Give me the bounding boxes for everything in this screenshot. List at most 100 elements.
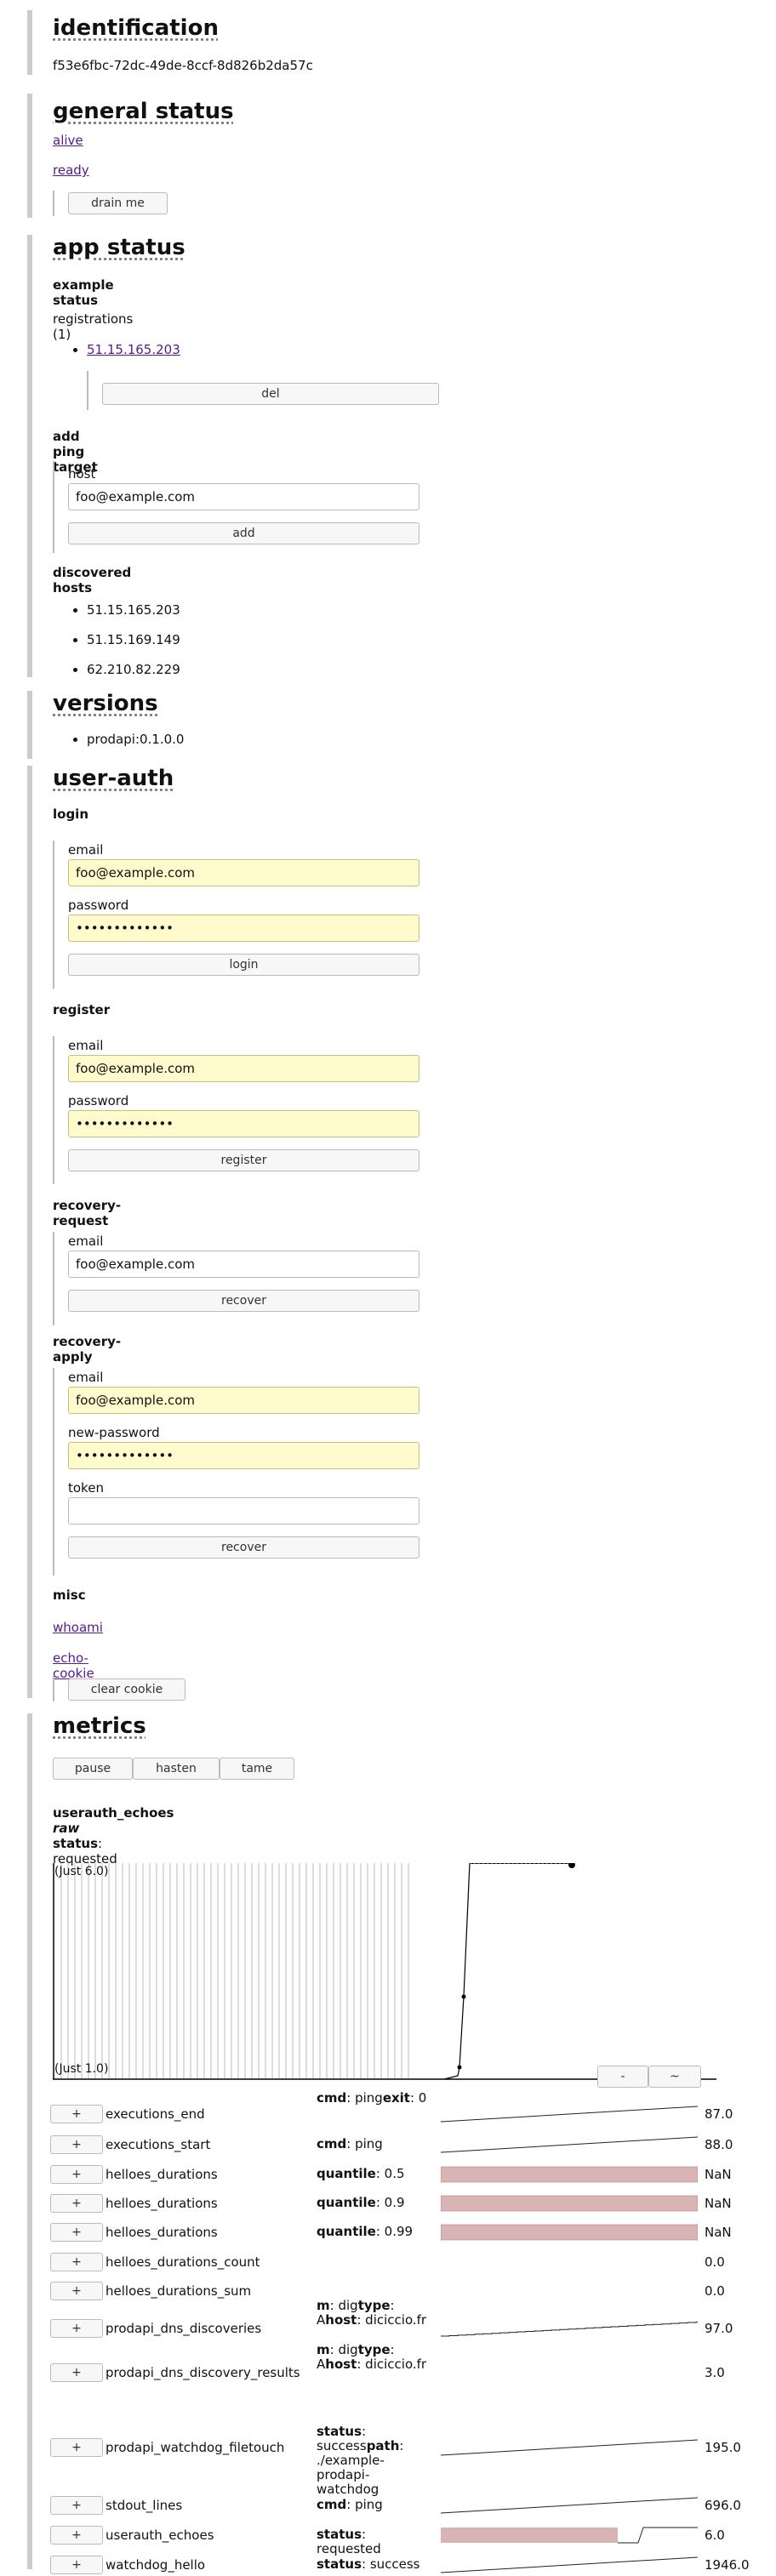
metric-add-button[interactable]: +	[50, 2526, 103, 2545]
recovery-request-email-input[interactable]: foo@example.com	[68, 1251, 419, 1278]
metric-add-button[interactable]: +	[50, 2556, 103, 2574]
metric-label-value: : dig	[329, 2298, 358, 2313]
metric-add-button[interactable]: +	[50, 2194, 103, 2213]
metric-add-button[interactable]: +	[50, 2363, 103, 2382]
metric-name: helloes_durations	[106, 2196, 218, 2211]
metric-sparkline	[441, 2106, 698, 2123]
versions-section: versions prodapi:0.1.0.0	[27, 691, 184, 759]
metric-sparkline	[441, 2363, 698, 2384]
login-email-label: email	[68, 842, 104, 858]
metric-label-value: : ping	[346, 2136, 383, 2151]
chart-title-name: userauth_echoes	[53, 1805, 174, 1821]
register-email-input[interactable]: foo@example.com	[68, 1055, 419, 1082]
metric-label-key: cmd	[317, 2090, 347, 2106]
metric-row: + prodapi_dns_discoveries m: digtype: Ahos…	[48, 2299, 762, 2339]
metric-name: prodapi_watchdog_filetouch	[106, 2440, 285, 2455]
registration-item: 51.15.165.203	[87, 342, 180, 357]
metric-label-value: : success	[362, 2556, 420, 2572]
tame-button[interactable]: tame	[220, 1758, 294, 1780]
whoami-link[interactable]: whoami	[53, 1620, 103, 1635]
metric-label-key: host	[325, 2357, 357, 2372]
metric-labels: m: digtype: Ahost: diciccio.fr	[317, 2299, 429, 2328]
metric-add-button[interactable]: +	[50, 2223, 103, 2242]
recovery-apply-email-input[interactable]: foo@example.com	[68, 1387, 419, 1414]
metric-labels: status: successpath: ./example-prodapi-w…	[317, 2425, 429, 2497]
metric-sparkline-line	[441, 2497, 698, 2514]
new-password-input[interactable]: •••••••••••••	[68, 1442, 419, 1469]
metric-row: + watchdog_hello status: success 1946.0	[48, 2556, 762, 2576]
metric-sparkline	[441, 2136, 698, 2153]
metric-labels: quantile: 0.9	[317, 2196, 429, 2210]
metric-value: 97.0	[705, 2321, 733, 2336]
chart-bars	[60, 1863, 409, 2079]
chart-line	[443, 1863, 572, 2080]
metric-add-button[interactable]: +	[50, 2105, 103, 2123]
register-password-input[interactable]: •••••••••••••	[68, 1110, 419, 1137]
register-form: email foo@example.com password •••••••••…	[53, 1036, 419, 1184]
metric-row: + helloes_durations_count 0.0	[48, 2253, 762, 2273]
metric-labels: quantile: 0.5	[317, 2167, 429, 2181]
metric-add-button[interactable]: +	[50, 2165, 103, 2184]
host-input[interactable]: foo@example.com	[68, 483, 419, 510]
token-input[interactable]	[68, 1497, 419, 1525]
add-button[interactable]: add	[68, 522, 419, 544]
versions-heading: versions	[53, 691, 158, 716]
registration-link[interactable]: 51.15.165.203	[87, 342, 180, 357]
metric-row: + userauth_echoes status: requested 6.0	[48, 2526, 762, 2556]
login-form: email foo@example.com password •••••••••…	[53, 841, 419, 989]
version-item: prodapi:0.1.0.0	[87, 732, 184, 747]
drain-inset: drain me	[53, 191, 168, 216]
discovered-hosts-heading: discovered hosts	[53, 565, 132, 596]
drain-button[interactable]: drain me	[68, 192, 168, 214]
metric-row: + prodapi_dns_discovery_results m: digtype…	[48, 2343, 762, 2384]
chart-point	[568, 1863, 575, 1868]
login-button[interactable]: login	[68, 954, 419, 976]
clear-cookie-button[interactable]: clear cookie	[68, 1678, 185, 1701]
metric-row: + executions_end cmd: pingexit: 0 87.0	[48, 2091, 762, 2125]
metric-value: 195.0	[705, 2440, 741, 2455]
login-password-input[interactable]: •••••••••••••	[68, 915, 419, 942]
metric-add-button[interactable]: +	[50, 2496, 103, 2515]
metric-add-button[interactable]: +	[50, 2319, 103, 2338]
metric-label-value: : 0.5	[375, 2166, 405, 2181]
metric-label-key: status	[317, 2527, 362, 2542]
metric-labels: cmd: ping	[317, 2498, 429, 2512]
new-password-label: new-password	[68, 1425, 160, 1440]
metric-sparkline	[441, 2282, 698, 2302]
metric-label-key: status	[317, 2424, 362, 2439]
metric-label-value: : 0	[409, 2090, 427, 2106]
hasten-button[interactable]: hasten	[133, 1758, 220, 1780]
metric-add-button[interactable]: +	[50, 2282, 103, 2300]
metric-sparkline-line	[618, 2527, 698, 2544]
recovery-request-email-label: email	[68, 1234, 104, 1249]
metric-label-value: : 0.9	[375, 2195, 405, 2210]
chart-smooth-button[interactable]: ~	[648, 2066, 701, 2088]
recovery-request-form: email foo@example.com recover	[53, 1232, 419, 1325]
metric-name: helloes_durations_sum	[106, 2283, 252, 2299]
metric-add-button[interactable]: +	[50, 2253, 103, 2271]
metric-sparkline	[441, 2322, 698, 2337]
ready-link[interactable]: ready	[53, 162, 89, 178]
chart-bottom-label: (Just 1.0)	[54, 2062, 109, 2076]
metric-value: NaN	[705, 2225, 732, 2240]
del-button[interactable]: del	[102, 383, 439, 405]
metric-labels: cmd: pingexit: 0	[317, 2091, 429, 2106]
metric-sparkline-fill	[441, 2195, 698, 2212]
metric-name: watchdog_hello	[106, 2557, 206, 2573]
metric-add-button[interactable]: +	[50, 2135, 103, 2154]
metric-add-button[interactable]: +	[50, 2438, 103, 2457]
registration-list: 51.15.165.203	[53, 342, 180, 357]
pause-button[interactable]: pause	[53, 1758, 133, 1780]
recovery-apply-button[interactable]: recover	[68, 1536, 419, 1559]
login-email-input[interactable]: foo@example.com	[68, 859, 419, 886]
metric-label-key: quantile	[317, 2166, 376, 2181]
recovery-request-button[interactable]: recover	[68, 1290, 419, 1312]
register-heading: register	[53, 1002, 111, 1017]
chart-zoom-out-button[interactable]: -	[597, 2066, 648, 2088]
alive-link[interactable]: alive	[53, 133, 83, 148]
metric-name: helloes_durations_count	[106, 2254, 260, 2270]
register-password-label: password	[68, 1093, 129, 1108]
metric-sparkline	[441, 2497, 698, 2514]
token-label: token	[68, 1480, 104, 1496]
register-button[interactable]: register	[68, 1149, 419, 1171]
